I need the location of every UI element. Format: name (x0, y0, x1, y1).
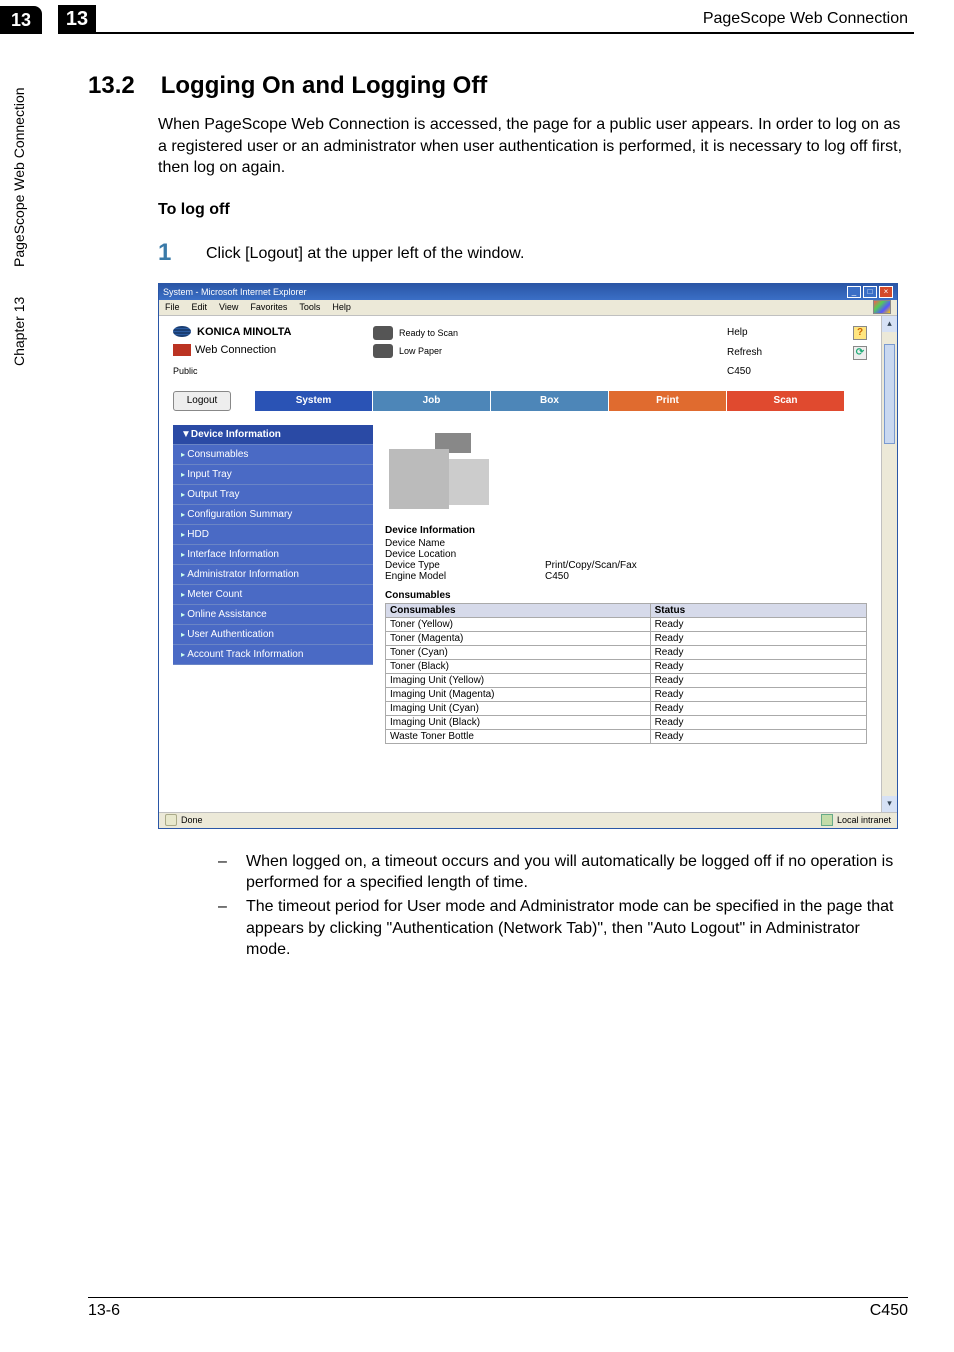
nav-online-assist[interactable]: Online Assistance (173, 605, 373, 625)
side-tab: 13 Chapter 13 PageScope Web Connection (0, 6, 50, 446)
window-titlebar: System - Microsoft Internet Explorer _ □… (159, 284, 897, 300)
consumables-heading: Consumables (385, 590, 867, 601)
section-title: Logging On and Logging Off (161, 72, 488, 99)
table-row: Imaging Unit (Yellow)Ready (386, 673, 867, 687)
table-row: Imaging Unit (Black)Ready (386, 715, 867, 729)
table-row: Toner (Cyan)Ready (386, 645, 867, 659)
menu-view[interactable]: View (219, 302, 238, 312)
konica-logo-icon (173, 326, 191, 337)
cons-col-status: Status (650, 603, 866, 617)
note-item: When logged on, a timeout occurs and you… (218, 851, 908, 894)
nav-hdd[interactable]: HDD (173, 525, 373, 545)
brand-label: KONICA MINOLTA (197, 326, 292, 338)
public-label: Public (173, 366, 373, 376)
menu-edit[interactable]: Edit (192, 302, 208, 312)
zone-icon (821, 814, 833, 826)
vertical-scrollbar[interactable]: ▴ ▾ (881, 316, 897, 812)
section-paragraph: When PageScope Web Connection is accesse… (158, 114, 908, 179)
status-lowpaper: Low Paper (399, 346, 442, 356)
tab-job[interactable]: Job (373, 391, 491, 411)
scroll-down-icon[interactable]: ▾ (882, 796, 897, 812)
paper-status-icon (373, 344, 393, 358)
side-nav: ▼Device Information Consumables Input Tr… (173, 425, 373, 744)
section-number: 13.2 (88, 72, 135, 99)
table-row: Imaging Unit (Magenta)Ready (386, 687, 867, 701)
nav-config-summary[interactable]: Configuration Summary (173, 505, 373, 525)
window-title: System - Microsoft Internet Explorer (163, 287, 307, 297)
footer-page-number: 13-6 (88, 1302, 120, 1320)
table-row: Toner (Magenta)Ready (386, 631, 867, 645)
menu-tools[interactable]: Tools (299, 302, 320, 312)
page-footer: 13-6 C450 (88, 1297, 908, 1320)
subsection-heading: To log off (158, 201, 908, 219)
tab-system[interactable]: System (255, 391, 373, 411)
status-done: Done (181, 815, 203, 825)
nav-device-info[interactable]: ▼Device Information (173, 425, 373, 445)
screenshot-browser: System - Microsoft Internet Explorer _ □… (158, 283, 898, 829)
model-label: C450 (727, 366, 751, 377)
top-bar: 13 PageScope Web Connection (58, 6, 914, 34)
dev-engine-label: Engine Model (385, 571, 545, 582)
step-text: Click [Logout] at the upper left of the … (206, 239, 524, 267)
tab-print[interactable]: Print (609, 391, 727, 411)
table-row: Toner (Yellow)Ready (386, 617, 867, 631)
side-chapter-badge: 13 (0, 6, 42, 34)
dev-type-label: Device Type (385, 560, 545, 571)
refresh-icon[interactable]: ⟳ (853, 346, 867, 360)
dev-loc-label: Device Location (385, 549, 545, 560)
close-icon[interactable]: × (879, 286, 893, 298)
nav-user-auth[interactable]: User Authentication (173, 625, 373, 645)
status-ready: Ready to Scan (399, 328, 458, 338)
nav-consumables[interactable]: Consumables (173, 445, 373, 465)
pagescope-label: Web Connection (195, 344, 276, 356)
menu-help[interactable]: Help (332, 302, 351, 312)
side-chapter-label: Chapter 13 (11, 297, 27, 366)
help-link[interactable]: Help (727, 327, 748, 338)
menu-favorites[interactable]: Favorites (250, 302, 287, 312)
consumables-table: ConsumablesStatus Toner (Yellow)Ready To… (385, 603, 867, 744)
side-section-label: PageScope Web Connection (11, 88, 27, 268)
pagescope-icon (173, 344, 191, 356)
step-number: 1 (158, 239, 206, 267)
status-zone: Local intranet (837, 815, 891, 825)
tab-box[interactable]: Box (491, 391, 609, 411)
table-row: Imaging Unit (Cyan)Ready (386, 701, 867, 715)
note-item: The timeout period for User mode and Adm… (218, 896, 908, 961)
section-heading: 13.2 Logging On and Logging Off (88, 72, 908, 100)
dev-name-label: Device Name (385, 538, 545, 549)
dev-engine-value: C450 (545, 571, 569, 582)
browser-statusbar: Done Local intranet (159, 812, 897, 828)
done-icon (165, 814, 177, 826)
scroll-up-icon[interactable]: ▴ (882, 316, 897, 332)
browser-menubar: File Edit View Favorites Tools Help (159, 300, 897, 316)
refresh-link[interactable]: Refresh (727, 347, 762, 358)
nav-meter-count[interactable]: Meter Count (173, 585, 373, 605)
help-icon[interactable]: ? (853, 326, 867, 340)
device-info-heading: Device Information (385, 525, 867, 536)
footer-model: C450 (870, 1302, 908, 1320)
windows-flag-icon (873, 300, 891, 314)
scroll-thumb[interactable] (884, 344, 895, 444)
dev-type-value: Print/Copy/Scan/Fax (545, 560, 637, 571)
step-1: 1 Click [Logout] at the upper left of th… (158, 239, 908, 267)
nav-input-tray[interactable]: Input Tray (173, 465, 373, 485)
menu-file[interactable]: File (165, 302, 180, 312)
top-chapter-badge: 13 (58, 5, 96, 33)
notes-list: When logged on, a timeout occurs and you… (218, 851, 908, 961)
scanner-status-icon (373, 326, 393, 340)
device-image (389, 429, 499, 515)
nav-account-track[interactable]: Account Track Information (173, 645, 373, 665)
maximize-icon[interactable]: □ (863, 286, 877, 298)
table-row: Waste Toner BottleReady (386, 729, 867, 743)
nav-interface-info[interactable]: Interface Information (173, 545, 373, 565)
table-row: Toner (Black)Ready (386, 659, 867, 673)
logout-button[interactable]: Logout (173, 391, 231, 411)
nav-admin-info[interactable]: Administrator Information (173, 565, 373, 585)
page-header-title: PageScope Web Connection (96, 10, 914, 28)
nav-output-tray[interactable]: Output Tray (173, 485, 373, 505)
minimize-icon[interactable]: _ (847, 286, 861, 298)
cons-col-name: Consumables (386, 603, 651, 617)
tab-scan[interactable]: Scan (727, 391, 845, 411)
